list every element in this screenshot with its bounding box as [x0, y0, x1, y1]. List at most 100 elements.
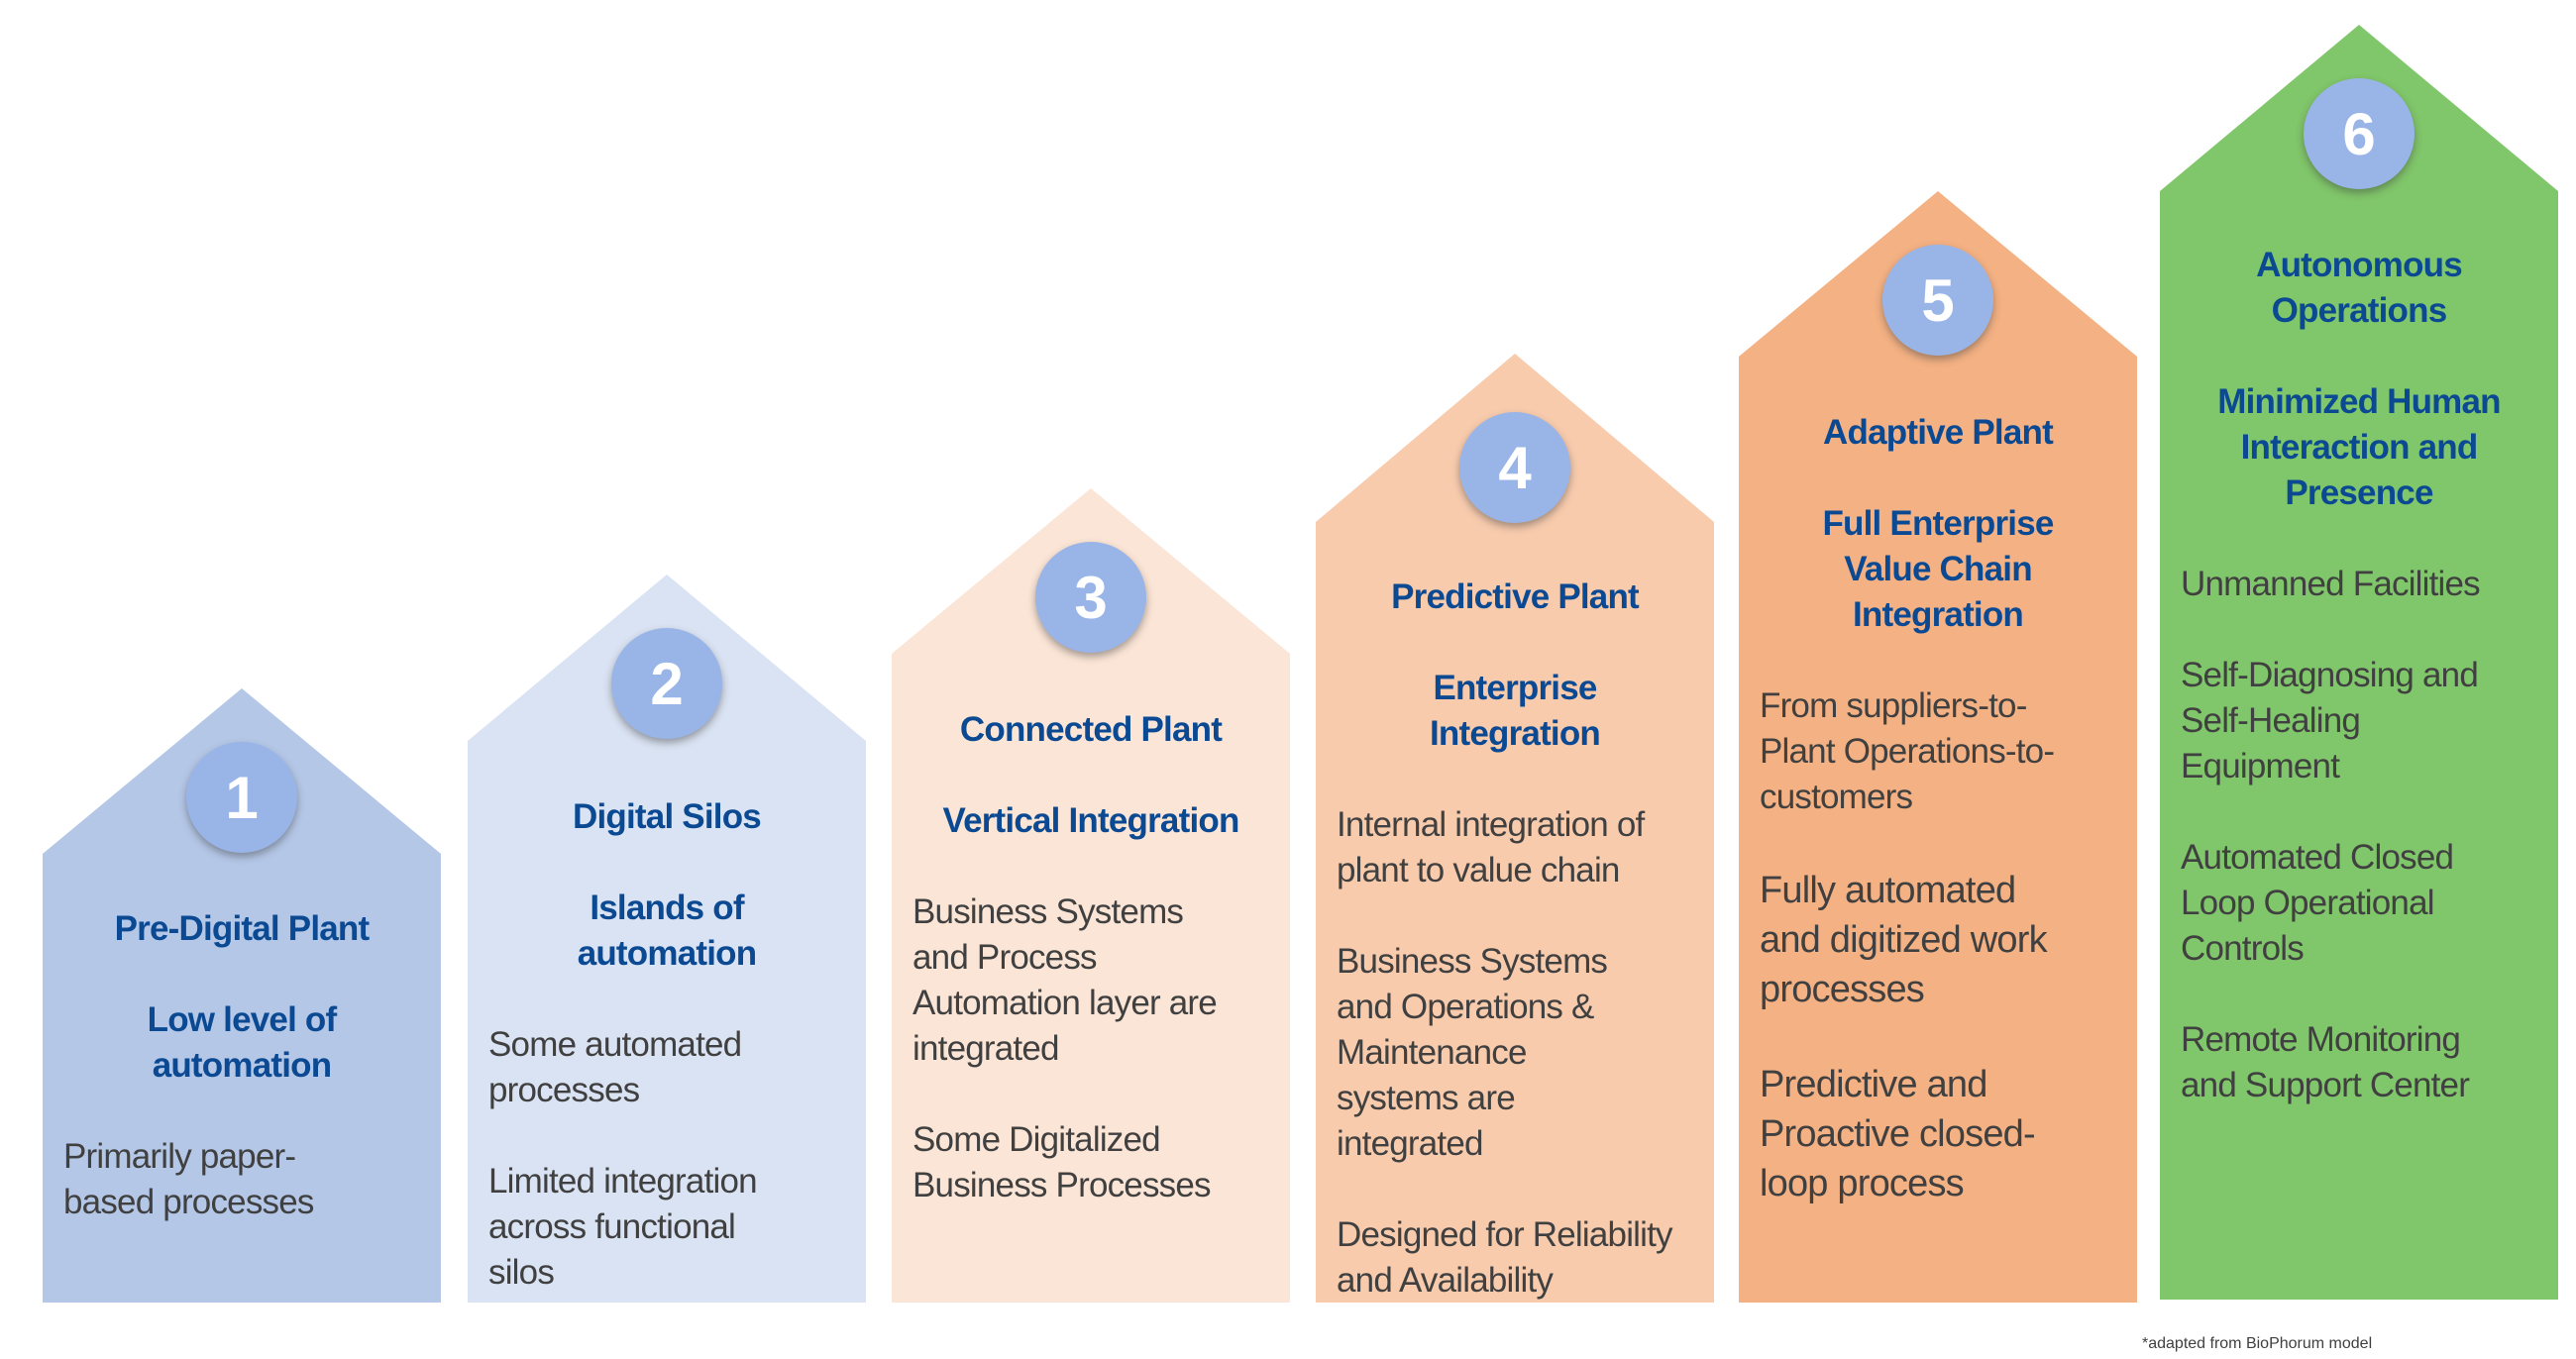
stage-3-content: Connected Plant Vertical Integration Busin… [892, 707, 1290, 1254]
stage-6-content: Autonomous Operations Minimized Human Inter… [2160, 243, 2558, 1154]
text-line: Business Processes [912, 1166, 1212, 1204]
stage-number-badge: 6 [2304, 78, 2415, 189]
stage-2-content: Digital Silos Islands of automation Some au… [468, 794, 866, 1341]
text-line: integrated [912, 1029, 1059, 1068]
text-line: Designed for Reliability [1337, 1215, 1673, 1254]
text-line: based processes [63, 1183, 314, 1221]
stage-number-badge: 1 [186, 742, 297, 853]
stage-heading: Predictive Plant [1337, 575, 1700, 620]
stage-description: Remote Monitoring and Support Center [2181, 1017, 2544, 1108]
text-line: and Operations & [1337, 988, 1594, 1026]
text-line: Predictive and [1760, 1064, 1987, 1105]
text-line: Operations [2271, 291, 2448, 330]
text-line: automation [577, 934, 757, 973]
stage-description: Business Systems and Process Automation la… [912, 889, 1276, 1072]
text-line: Some automated [488, 1025, 742, 1064]
maturity-model-diagram: *adapted from BioPhorum model 1 Pre-Digit… [0, 0, 2576, 1359]
text-line: automation [152, 1046, 332, 1085]
stage-5-content: Adaptive Plant Full Enterprise Value Chain… [1739, 410, 2137, 1254]
stage-heading: Adaptive Plant [1760, 410, 2123, 456]
text-line: Fully automated [1760, 870, 2016, 911]
stage-heading: Autonomous Operations [2181, 243, 2544, 334]
stage-heading: Low level of automation [63, 997, 427, 1089]
stage-description: Automated Closed Loop Operational Controls [2181, 835, 2544, 972]
stage-heading: Full Enterprise Value Chain Integration [1760, 501, 2123, 638]
text-line: silos [488, 1253, 555, 1292]
text-line: Integration [1852, 595, 2024, 634]
text-line: Self-Healing [2181, 701, 2361, 740]
text-line: Presence [2285, 473, 2433, 512]
stage-description: Predictive and Proactive closed-loop proc… [1760, 1060, 2123, 1208]
text-line: Internal integration of [1337, 805, 1645, 844]
stage-number-badge: 2 [611, 628, 722, 739]
stage-heading: Pre-Digital Plant [63, 906, 427, 952]
stage-description: From suppliers-to- Plant Operations-to-cu… [1760, 683, 2123, 820]
text-line: loop process [1760, 1163, 1965, 1204]
text-line: customers [1760, 778, 1913, 816]
stage-heading: Minimized Human Interaction and Presence [2181, 379, 2544, 516]
stage-description: Business Systems and Operations & Maintena… [1337, 939, 1700, 1167]
text-line: Adaptive Plant [1823, 413, 2054, 452]
text-line: and digitized work [1760, 919, 2048, 961]
text-line: Predictive Plant [1391, 577, 1640, 616]
text-line: Automation layer are [912, 984, 1218, 1022]
stage-description: Self-Diagnosing and Self-Healing Equipment [2181, 653, 2544, 789]
stage-1-content: Pre-Digital Plant Low level of automation P… [43, 906, 441, 1271]
text-line: processes [488, 1071, 640, 1109]
stage-description: Fully automated and digitized work process… [1760, 866, 2123, 1014]
text-line: From suppliers-to- [1760, 686, 2027, 725]
stage-heading: Vertical Integration [912, 798, 1276, 844]
text-line: across functional [488, 1207, 736, 1246]
text-line: Full Enterprise [1822, 504, 2054, 543]
stage-number-badge: 5 [1882, 245, 1993, 356]
stage-heading: Enterprise Integration [1337, 666, 1700, 757]
text-line: Some Digitalized [912, 1120, 1161, 1159]
text-line: systems are [1337, 1079, 1516, 1117]
stage-number-badge: 4 [1459, 412, 1570, 523]
text-line: Maintenance [1337, 1033, 1527, 1072]
stage-heading: Connected Plant [912, 707, 1276, 753]
text-line: Vertical Integration [942, 801, 1239, 840]
text-line: Connected Plant [959, 710, 1223, 749]
text-line: Limited integration [488, 1162, 758, 1201]
text-line: Digital Silos [573, 797, 762, 836]
stage-description: Primarily paper-based processes [63, 1134, 427, 1225]
source-footnote: *adapted from BioPhorum model [2142, 1335, 2373, 1352]
text-line: Value Chain [1844, 550, 2032, 588]
text-line: Pre-Digital Plant [114, 909, 371, 948]
text-line: Automated Closed [2181, 838, 2454, 877]
text-line: Primarily paper- [63, 1137, 296, 1176]
text-line: Self-Diagnosing and [2181, 656, 2479, 694]
text-line: Controls [2181, 929, 2305, 968]
text-line: and Process [912, 938, 1098, 977]
stage-heading: Digital Silos [488, 794, 852, 840]
stage-heading: Islands of automation [488, 886, 852, 977]
text-line: plant to value chain [1337, 851, 1620, 889]
stage-description: Some Digitalized Business Processes [912, 1117, 1276, 1208]
text-line: Minimized Human [2217, 382, 2501, 421]
text-line: Integration [1429, 714, 1601, 753]
stage-description: Internal integration of plant to value ch… [1337, 802, 1700, 893]
text-line: Unmanned Facilities [2181, 565, 2481, 603]
text-line: Business Systems [1337, 942, 1608, 981]
text-line: Interaction and [2240, 428, 2479, 467]
text-line: Enterprise [1433, 669, 1597, 707]
text-line: Islands of [590, 889, 744, 927]
text-line: Autonomous [2256, 246, 2463, 284]
stage-description: Limited integration across functional silo… [488, 1159, 852, 1296]
text-line: and Support Center [2181, 1066, 2470, 1104]
text-line: Proactive closed- [1760, 1113, 2036, 1155]
stage-description: Unmanned Facilities [2181, 562, 2544, 607]
text-line: Business Systems [912, 892, 1184, 931]
stage-description: Designed for Reliability and Availability [1337, 1212, 1700, 1304]
text-line: processes [1760, 969, 1925, 1010]
text-line: Plant Operations-to- [1760, 732, 2055, 771]
stage-4-content: Predictive Plant Enterprise Integration Int… [1316, 575, 1714, 1349]
text-line: and Availability [1337, 1261, 1554, 1300]
stage-description: Some automated processes [488, 1022, 852, 1113]
text-line: Equipment [2181, 747, 2340, 785]
stage-number-badge: 3 [1035, 542, 1146, 653]
text-line: Loop Operational [2181, 884, 2435, 922]
text-line: Low level of [147, 1000, 338, 1039]
text-line: Remote Monitoring [2181, 1020, 2461, 1059]
